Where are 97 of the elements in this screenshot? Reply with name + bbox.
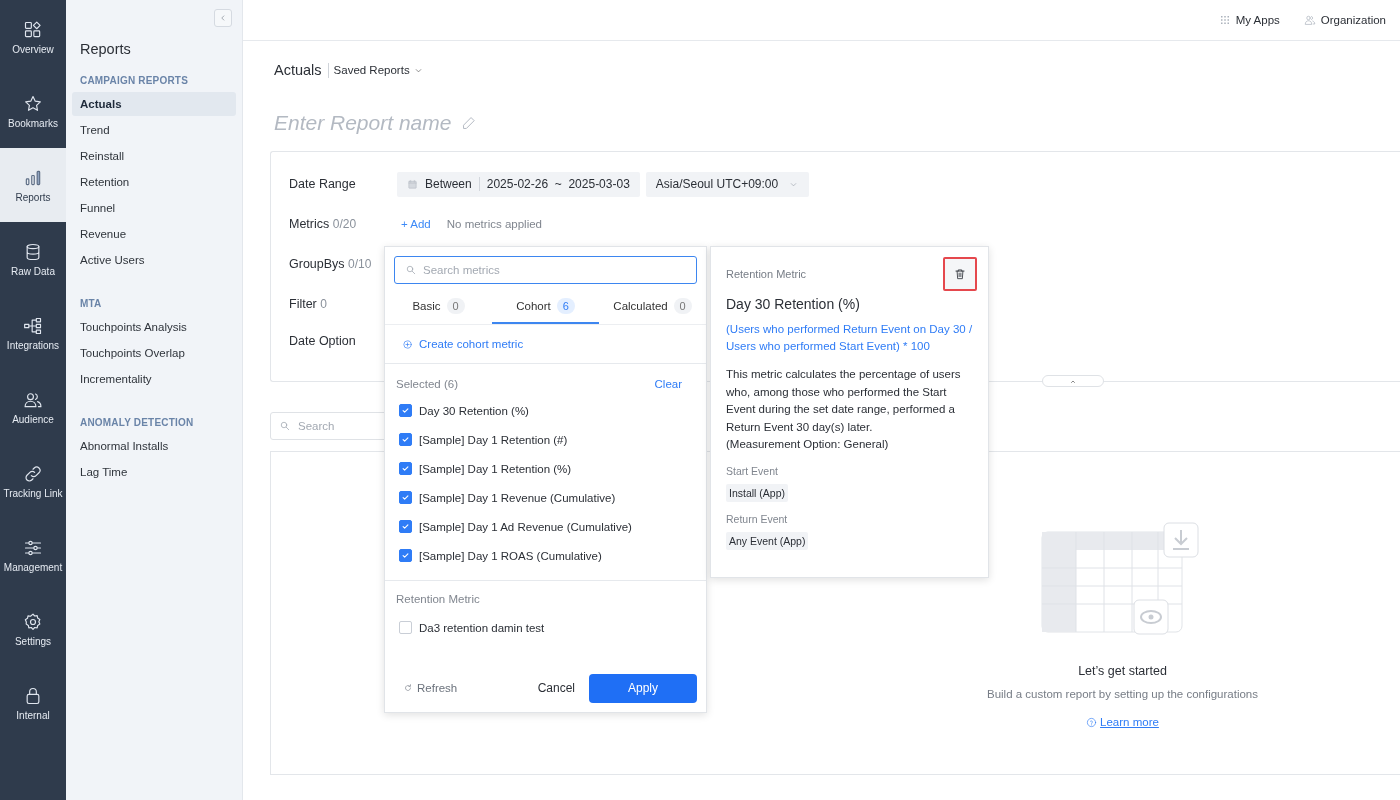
field-label: Metrics 0/20 [289,217,358,231]
checkbox[interactable] [399,491,412,504]
date-range-picker[interactable]: Between 2025-02-26 ~ 2025-03-03 [397,171,640,197]
search-icon [279,420,291,432]
check-icon [400,434,411,445]
nav-item[interactable]: Reports [0,148,66,222]
checkbox[interactable] [399,549,412,562]
metric-option[interactable]: [Sample] Day 1 Retention (%) [385,454,706,483]
apply-button[interactable]: Apply [589,673,697,703]
sidebar-item[interactable]: Actuals [72,92,236,116]
timezone-dropdown[interactable]: Asia/Seoul UTC+09:00 [645,171,810,197]
list-heading: Selected (6) [396,378,458,390]
field-label: Date Option [289,334,357,348]
metric-tab[interactable]: Cohort 6 [492,290,599,324]
add-metric-link[interactable]: + Add [397,218,441,230]
cancel-button[interactable]: Cancel [523,681,589,695]
metric-tab[interactable]: Calculated 0 [599,290,706,324]
checkbox[interactable] [399,621,412,634]
clear-link[interactable]: Clear [654,378,682,390]
settings-icon [23,611,43,632]
sidebar-item[interactable]: Active Users [72,248,236,272]
sidebar-item[interactable]: Funnel [72,196,236,220]
plus-circle-icon [402,338,413,350]
metric-option[interactable]: [Sample] Day 1 Ad Revenue (Cumulative) [385,512,706,541]
hierarchy-icon [23,315,43,336]
section-heading: ANOMALY DETECTION [79,417,195,428]
checkbox[interactable] [399,433,412,446]
pencil-icon [460,114,477,132]
metric-name: Day 30 Retention (%) [726,296,861,312]
calendar-icon [407,178,418,190]
check-icon [400,463,411,474]
field-label: Date Range [289,177,357,191]
section-heading: CAMPAIGN REPORTS [79,75,190,86]
measurement-note: (Measurement Option: General) [726,437,890,452]
sidebar-item[interactable]: Reinstall [72,144,236,168]
field-label: Filter 0 [289,297,328,311]
empty-state-title: Let’s get started [1078,664,1167,678]
star-icon [23,93,43,114]
people-icon [1303,14,1316,26]
page-title: Actuals [274,62,329,78]
nav-item[interactable]: Integrations [0,296,66,370]
metric-formula: (Users who performed Return Event on Day 30 / Users who performed Start Event) * 100 [726,322,974,354]
help-icon [1086,716,1098,728]
metric-option[interactable]: [Sample] Day 1 Revenue (Cumulative) [385,483,706,512]
checkbox[interactable] [399,520,412,533]
sidebar-item[interactable]: Abnormal Installs [72,434,236,458]
field-label: GroupBys 0/10 [289,257,373,271]
nav-item[interactable]: Overview [0,0,66,74]
refresh-button[interactable]: Refresh [403,682,524,694]
metric-description: This metric calculates the percentage of users who, among those who performed the Start Event during the set date range, performed a Return Event 30 day(s) later. [726,367,962,435]
metric-category: Retention Metric [726,268,807,280]
nav-item[interactable]: Raw Data [0,222,66,296]
metric-tab[interactable]: Basic 0 [385,290,492,324]
collapse-handle[interactable] [1042,375,1104,387]
check-icon [400,550,411,561]
refresh-icon [403,683,413,693]
apps-grid-icon [1218,14,1231,26]
section-heading: MTA [79,298,103,309]
empty-state-text: Build a custom report by setting up the configurations [986,688,1258,700]
list-heading: Retention Metric [395,592,481,607]
create-metric-link[interactable]: Create cohort metric [402,338,524,350]
event-label: Return Event [726,512,789,525]
nav-item[interactable]: Tracking Link [0,444,66,518]
sidebar-title: Reports [79,40,132,57]
metric-option[interactable]: [Sample] Day 1 ROAS (Cumulative) [385,541,706,570]
nav-item[interactable]: Management [0,518,66,592]
checkbox[interactable] [399,404,412,417]
sidebar-item[interactable]: Lag Time [72,460,236,484]
top-link[interactable]: Organization [1303,14,1386,26]
search-icon [405,264,417,276]
check-icon [400,405,411,416]
sidebar-item[interactable]: Incrementality [72,367,236,391]
delete-button[interactable] [943,257,977,291]
empty-metrics-text: No metrics applied [446,218,542,230]
event-chip: Any Event (App) [726,531,809,550]
nav-item[interactable]: Settings [0,592,66,666]
sidebar-item[interactable]: Retention [72,170,236,194]
nav-item[interactable]: Internal [0,666,66,740]
sidebar-item[interactable]: Touchpoints Analysis [72,315,236,339]
widgets-icon [23,19,43,40]
trash-icon [953,267,967,281]
nav-item[interactable]: Audience [0,370,66,444]
check-icon [400,492,411,503]
saved-reports-dropdown[interactable]: Saved Reports [328,64,424,76]
checkbox[interactable] [399,462,412,475]
event-label: Start Event [726,464,779,477]
top-link[interactable]: My Apps [1218,14,1280,26]
link-icon [23,463,43,484]
event-chip: Install (App) [726,483,789,502]
sidebar-item[interactable]: Touchpoints Overlap [72,341,236,365]
nav-item[interactable]: Bookmarks [0,74,66,148]
check-icon [400,521,411,532]
search-metrics-field[interactable]: Search metrics [394,256,697,284]
learn-more-link[interactable]: Learn more [1086,716,1159,728]
metric-option[interactable]: Da3 retention damin test [385,613,706,642]
sidebar-item[interactable]: Revenue [72,222,236,246]
sidebar-item[interactable]: Trend [72,118,236,142]
